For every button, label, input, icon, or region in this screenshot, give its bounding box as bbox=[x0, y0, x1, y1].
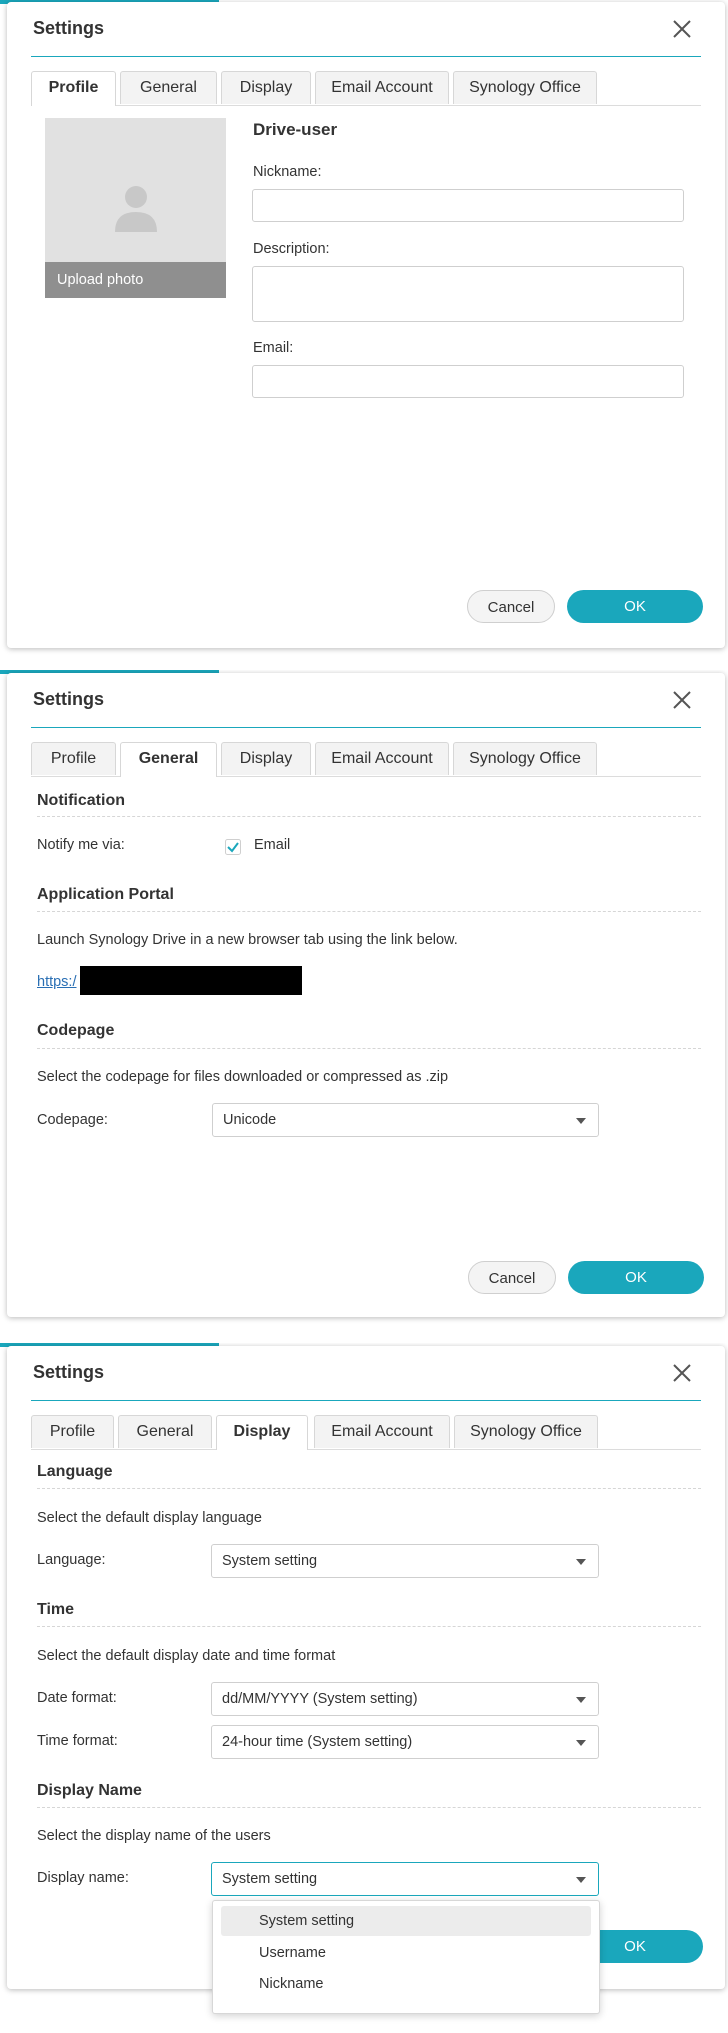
description-label: Description: bbox=[253, 241, 330, 257]
tab-display[interactable]: Display bbox=[216, 1415, 308, 1450]
dialog-header: Settings bbox=[31, 673, 701, 728]
tab-general[interactable]: General bbox=[118, 1415, 212, 1448]
display-name-description: Select the display name of the users bbox=[37, 1828, 271, 1844]
section-divider bbox=[37, 1626, 701, 1627]
avatar[interactable]: Upload photo bbox=[45, 118, 226, 298]
section-divider bbox=[37, 1488, 701, 1489]
chevron-down-icon bbox=[576, 1559, 586, 1565]
display-name-dropdown: System setting Username Nickname bbox=[212, 1900, 600, 2014]
dialog-header: Settings bbox=[31, 1346, 701, 1401]
upload-photo-button[interactable]: Upload photo bbox=[45, 262, 226, 298]
language-label: Language: bbox=[37, 1552, 106, 1568]
tab-general[interactable]: General bbox=[120, 71, 217, 104]
nickname-field[interactable] bbox=[252, 189, 684, 222]
application-portal-section-title: Application Portal bbox=[37, 886, 174, 903]
tab-email-account[interactable]: Email Account bbox=[314, 1415, 450, 1448]
tab-synology-office[interactable]: Synology Office bbox=[454, 1415, 598, 1448]
dialog-title: Settings bbox=[33, 689, 105, 709]
tab-email-account[interactable]: Email Account bbox=[315, 742, 449, 775]
tab-profile[interactable]: Profile bbox=[31, 71, 116, 106]
tab-general[interactable]: General bbox=[120, 742, 217, 777]
notification-section-title: Notification bbox=[37, 792, 125, 809]
codepage-description: Select the codepage for files downloaded… bbox=[37, 1069, 449, 1085]
date-format-value: dd/MM/YYYY (System setting) bbox=[222, 1691, 418, 1707]
settings-dialog: Settings Profile General Display Email A… bbox=[7, 673, 725, 1317]
tab-synology-office[interactable]: Synology Office bbox=[453, 742, 597, 775]
language-select[interactable]: System setting bbox=[211, 1544, 599, 1578]
section-divider bbox=[37, 1807, 701, 1808]
tab-email-account[interactable]: Email Account bbox=[315, 71, 449, 104]
tab-bar: Profile General Display Email Account Sy… bbox=[31, 71, 701, 106]
date-format-label: Date format: bbox=[37, 1690, 117, 1706]
option-username[interactable]: Username bbox=[221, 1938, 591, 1968]
option-system-setting[interactable]: System setting bbox=[221, 1906, 591, 1936]
codepage-section-title: Codepage bbox=[37, 1022, 115, 1039]
display-name-label: Display name: bbox=[37, 1870, 129, 1886]
language-value: System setting bbox=[222, 1553, 318, 1569]
language-section-title: Language bbox=[37, 1463, 113, 1480]
ok-button[interactable]: OK bbox=[568, 1261, 704, 1294]
close-icon[interactable] bbox=[671, 1362, 693, 1384]
tab-bar: Profile General Display Email Account Sy… bbox=[31, 742, 701, 777]
settings-dialog: Settings Profile General Display Email A… bbox=[7, 2, 725, 648]
chevron-down-icon bbox=[576, 1877, 586, 1883]
close-icon[interactable] bbox=[671, 689, 693, 711]
chevron-down-icon bbox=[576, 1118, 586, 1124]
email-label: Email: bbox=[253, 340, 294, 356]
description-field[interactable] bbox=[252, 266, 684, 322]
portal-link[interactable]: https:/ bbox=[37, 974, 77, 990]
close-icon[interactable] bbox=[671, 18, 693, 40]
cancel-button[interactable]: Cancel bbox=[468, 1261, 556, 1294]
language-description: Select the default display language bbox=[37, 1510, 262, 1526]
portal-description: Launch Synology Drive in a new browser t… bbox=[37, 932, 458, 948]
display-name-select[interactable]: System setting bbox=[211, 1862, 599, 1896]
dialog-title: Settings bbox=[33, 18, 105, 38]
settings-dialog: Settings Profile General Display Email A… bbox=[7, 1346, 725, 1989]
time-format-value: 24-hour time (System setting) bbox=[222, 1734, 413, 1750]
tab-profile[interactable]: Profile bbox=[31, 1415, 114, 1448]
settings-screen-general: Settings Profile General Display Email A… bbox=[0, 670, 728, 1330]
username-heading: Drive-user bbox=[253, 120, 338, 139]
tab-bar: Profile General Display Email Account Sy… bbox=[31, 1415, 701, 1450]
dialog-title: Settings bbox=[33, 1362, 105, 1382]
chevron-down-icon bbox=[576, 1697, 586, 1703]
codepage-select[interactable]: Unicode bbox=[212, 1103, 599, 1137]
section-divider bbox=[37, 1048, 701, 1049]
time-section-title: Time bbox=[37, 1601, 75, 1618]
email-checkbox-label: Email bbox=[254, 837, 291, 853]
date-format-select[interactable]: dd/MM/YYYY (System setting) bbox=[211, 1682, 599, 1716]
time-format-label: Time format: bbox=[37, 1733, 118, 1749]
cancel-button[interactable]: Cancel bbox=[467, 590, 555, 623]
redacted-link-block bbox=[80, 966, 302, 995]
tab-display[interactable]: Display bbox=[221, 71, 311, 104]
email-checkbox[interactable] bbox=[225, 839, 241, 855]
nickname-label: Nickname: bbox=[253, 164, 322, 180]
chevron-down-icon bbox=[576, 1740, 586, 1746]
tab-profile[interactable]: Profile bbox=[31, 742, 116, 775]
user-silhouette-icon bbox=[115, 186, 157, 232]
display-name-value: System setting bbox=[222, 1871, 318, 1887]
codepage-value: Unicode bbox=[223, 1112, 277, 1128]
email-field[interactable] bbox=[252, 365, 684, 398]
option-nickname[interactable]: Nickname bbox=[221, 1969, 591, 1999]
notify-label: Notify me via: bbox=[37, 837, 125, 853]
settings-screen-profile: Settings Profile General Display Email A… bbox=[0, 0, 728, 660]
section-divider bbox=[37, 816, 701, 817]
tab-display[interactable]: Display bbox=[221, 742, 311, 775]
section-divider bbox=[37, 911, 701, 912]
codepage-label: Codepage: bbox=[37, 1112, 108, 1128]
ok-button[interactable]: OK bbox=[567, 590, 703, 623]
tab-synology-office[interactable]: Synology Office bbox=[453, 71, 597, 104]
time-description: Select the default display date and time… bbox=[37, 1648, 336, 1664]
dialog-header: Settings bbox=[31, 2, 701, 57]
time-format-select[interactable]: 24-hour time (System setting) bbox=[211, 1725, 599, 1759]
display-name-section-title: Display Name bbox=[37, 1782, 142, 1799]
